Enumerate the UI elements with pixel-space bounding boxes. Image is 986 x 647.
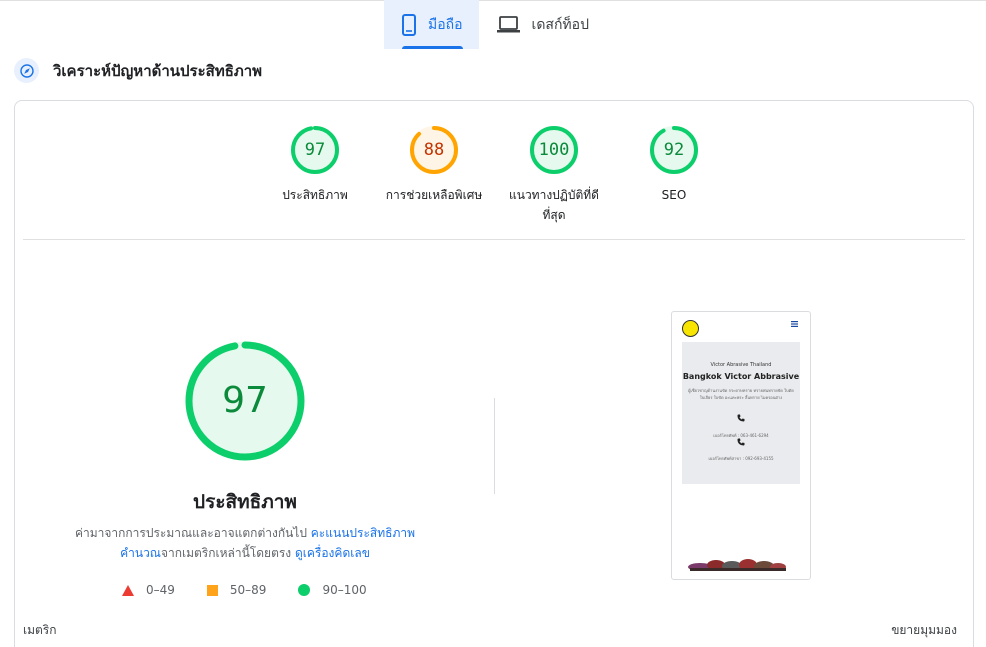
gauge-accessibility[interactable]: 88 การช่วยเหลือพิเศษ (374, 125, 494, 205)
laptop-icon (496, 16, 520, 33)
gauge-label-line2: ที่สุด (542, 208, 566, 222)
gauge-ring: 88 (409, 125, 459, 175)
diagnose-header: วิเคราะห์ปัญหาด้านประสิทธิภาพ (14, 58, 262, 83)
divider (23, 239, 965, 240)
gauge-label: การช่วยเหลือพิเศษ (385, 188, 483, 202)
phone-icon (682, 438, 800, 448)
gauge-label: แนวทางปฏิบัติที่ดี ที่สุด (494, 185, 614, 225)
vertical-divider (494, 398, 495, 494)
calculator-link[interactable]: ดูเครื่องคิดเลข (295, 546, 370, 560)
main-performance-gauge: 97 (185, 341, 305, 461)
phone-label-2: เบอร์โทรศัพท์สาขา : 092-693-4155 (708, 456, 774, 461)
phone-icon (682, 414, 800, 424)
circle-icon (298, 584, 311, 596)
triangle-icon (122, 584, 134, 596)
metrics-heading: เมตริก (23, 623, 57, 637)
main-score: 97 (222, 380, 268, 421)
gauge-score: 88 (423, 140, 445, 160)
hero-section: Victor Abrasive Thailand Bangkok Victor … (682, 342, 800, 484)
diagnose-title: วิเคราะห์ปัญหาด้านประสิทธิภาพ (53, 61, 263, 80)
gauge-performance[interactable]: 97 ประสิทธิภาพ (255, 125, 375, 205)
score-gauges: 97 ประสิทธิภาพ 88 การช่วยเหลือพิเศษ 100 … (15, 125, 973, 235)
gauge-ring: 92 (649, 125, 699, 175)
gauge-seo[interactable]: 92 SEO (614, 125, 734, 205)
tab-mobile[interactable]: มือถือ (384, 0, 479, 49)
legend-pass: 90–100 (298, 583, 367, 597)
victor-logo-icon (682, 320, 699, 337)
main-title: ประสิทธิภาพ (193, 491, 297, 513)
gauge-ring: 100 (529, 125, 579, 175)
gauge-score: 97 (304, 140, 326, 160)
gauge-label-line1: แนวทางปฏิบัติที่ดี (509, 188, 599, 202)
report-card: 97 ประสิทธิภาพ 88 การช่วยเหลือพิเศษ 100 … (14, 100, 974, 647)
site-headline: Bangkok Victor Abbrasive (682, 372, 800, 381)
smartphone-icon (402, 13, 416, 36)
legend-range: 90–100 (322, 583, 367, 597)
product-image (686, 553, 790, 573)
compass-icon (14, 58, 39, 83)
tab-mobile-label: มือถือ (428, 16, 463, 33)
site-eyebrow: Victor Abrasive Thailand (710, 362, 772, 368)
square-icon (206, 584, 218, 596)
legend-range: 50–89 (229, 583, 267, 597)
site-body: ผู้เชี่ยวชาญด้านงานขัด กระดาษทราย ทรายพ่… (688, 388, 794, 400)
expand-view-button[interactable]: ขยายมุมมอง (891, 621, 957, 640)
gauge-ring: 97 (290, 125, 340, 175)
legend-range: 0–49 (146, 583, 175, 597)
final-screenshot[interactable]: Victor Abrasive Thailand Bangkok Victor … (671, 311, 811, 580)
desc-text-1: ค่ามาจากการประมาณและอาจแตกต่างกันไป (74, 526, 311, 540)
performance-description: ค่ามาจากการประมาณและอาจแตกต่างกันไป คะแน… (55, 523, 435, 563)
legend-average: 50–89 (206, 583, 267, 597)
score-legend: 0–49 50–89 90–100 (122, 583, 399, 597)
hamburger-menu-icon (791, 320, 798, 330)
legend-fail: 0–49 (122, 583, 175, 597)
tab-desktop[interactable]: เดสก์ท็อป (479, 0, 605, 49)
tab-desktop-label: เดสก์ท็อป (531, 16, 589, 33)
gauge-best-practices[interactable]: 100 แนวทางปฏิบัติที่ดี ที่สุด (494, 125, 614, 225)
gauge-label: ประสิทธิภาพ (282, 188, 348, 202)
device-tabs: มือถือ เดสก์ท็อป (384, 0, 605, 49)
gauge-label: SEO (661, 188, 687, 202)
gauge-score: 92 (663, 140, 685, 160)
desc-text-2: จากเมตริกเหล่านี้โดยตรง (160, 546, 295, 560)
gauge-score: 100 (538, 140, 570, 160)
